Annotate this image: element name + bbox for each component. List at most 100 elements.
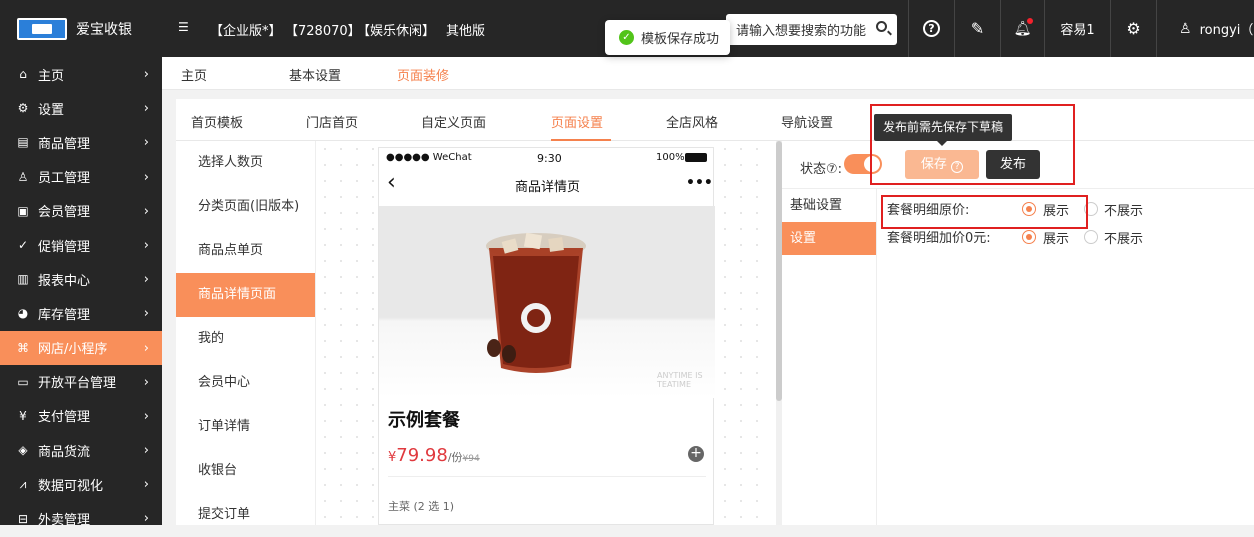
coffee-beans-icon — [487, 339, 516, 363]
tab-custom-page[interactable]: 自定义页面 — [421, 112, 486, 131]
option-row-zero-markup: 套餐明细加价0元: 展示 不展示 — [887, 227, 1247, 247]
sidebar-item-takeout[interactable]: ⊟ 外卖管理 › — [0, 501, 162, 535]
user-menu[interactable]: ♙ rongyi（ — [1156, 0, 1254, 57]
chart-icon: ▥ — [17, 272, 29, 287]
shop-icon: ⌘ — [17, 340, 29, 355]
notification-button[interactable]: 🔔︎ — [1000, 0, 1044, 57]
sidebar-item-online-shop[interactable]: ⌘ 网店/小程序 › — [0, 330, 162, 365]
pie-icon: ◕ — [17, 306, 29, 321]
sidebar-item-data-visualization[interactable]: ⩘ 数据可视化 › — [0, 467, 162, 501]
store-switch[interactable]: 容易1 — [1044, 0, 1110, 57]
chevron-right-icon: › — [143, 169, 149, 185]
page-item-order-detail[interactable]: 订单详情 — [176, 405, 315, 449]
check-circle-icon: ✓ — [17, 238, 29, 253]
tab-page-settings[interactable]: 页面设置 — [551, 112, 603, 131]
page-item-mine[interactable]: 我的 — [176, 317, 315, 361]
radio-show-label[interactable]: 展示 — [1043, 200, 1069, 219]
status-toggle[interactable] — [844, 154, 882, 174]
other-edition-label[interactable]: 其他版 — [446, 20, 485, 39]
settings-button[interactable]: ⚙ — [1110, 0, 1156, 57]
sub-navigation: 主页 基本设置 页面装修 — [162, 57, 1254, 90]
notification-dot — [1027, 18, 1033, 24]
sidebar-item-payment[interactable]: ¥ 支付管理 › — [0, 399, 162, 433]
tab-navigation-settings[interactable]: 导航设置 — [781, 112, 833, 131]
radio-hide[interactable] — [1084, 230, 1098, 244]
sidebar-item-label: 开放平台管理 — [38, 376, 117, 392]
success-icon: ✓ — [619, 30, 634, 45]
sidebar-item-label: 商品货流 — [38, 444, 91, 460]
sidebar-item-staff[interactable]: ♙ 员工管理 › — [0, 160, 162, 194]
sidebar-item-promotions[interactable]: ✓ 促销管理 › — [0, 228, 162, 262]
more-icon[interactable]: ••• — [686, 175, 713, 191]
sidebar-item-label: 促销管理 — [38, 239, 91, 255]
edit-button[interactable]: ✎ — [954, 0, 1000, 57]
sidebar-item-inventory[interactable]: ◕ 库存管理 › — [0, 296, 162, 330]
sidebar-item-label: 员工管理 — [38, 171, 91, 187]
chevron-right-icon: › — [143, 511, 149, 527]
user-name: rongyi（ — [1199, 23, 1254, 38]
battery-icon — [685, 153, 707, 162]
store-code[interactable]: 【728070】 — [285, 20, 361, 39]
tab-store-style[interactable]: 全店风格 — [666, 112, 718, 131]
staff-icon: ♙ — [17, 169, 29, 184]
subnav-page-decoration[interactable]: 页面装修 — [397, 65, 449, 84]
help-button[interactable]: ? — [908, 0, 954, 57]
sidebar-item-open-platform[interactable]: ▭ 开放平台管理 › — [0, 365, 162, 399]
radio-hide-label[interactable]: 不展示 — [1104, 200, 1143, 219]
function-search-input[interactable]: 请输入想要搜索的功能 — [726, 14, 897, 45]
chevron-right-icon: › — [143, 203, 149, 219]
tab-store-home[interactable]: 门店首页 — [306, 112, 358, 131]
publish-button[interactable]: 发布 — [986, 150, 1040, 179]
sidebar-item-label: 网店/小程序 — [38, 342, 108, 358]
radio-show[interactable] — [1022, 230, 1036, 244]
page-list: 选择人数页 分类页面(旧版本) 商品点单页 商品详情页面 我的 会员中心 订单详… — [176, 141, 316, 525]
sidebar-item-products[interactable]: ▤ 商品管理 › — [0, 125, 162, 159]
sidebar-item-logistics[interactable]: ◈ 商品货流 › — [0, 433, 162, 467]
tab-home-template[interactable]: 首页模板 — [191, 112, 243, 131]
sidebar: ⌂ 主页 › ⚙ 设置 › ▤ 商品管理 › ♙ 员工管理 › ▣ 会员管理 › ✓ 促销管理 › ▥ 报… — [0, 57, 162, 528]
phone-page-title: 商品详情页 — [515, 180, 581, 195]
toast-message: 模板保存成功 — [641, 32, 720, 47]
search-icon[interactable] — [876, 21, 887, 32]
sidebar-item-members[interactable]: ▣ 会员管理 › — [0, 194, 162, 228]
page-item-select-people[interactable]: 选择人数页 — [176, 141, 315, 185]
add-to-cart-icon[interactable]: + — [688, 446, 704, 462]
tab-basic-settings[interactable]: 基础设置 — [782, 189, 876, 222]
save-button[interactable]: 保存 ? — [905, 150, 979, 179]
price-value: 79.98 — [396, 445, 448, 466]
settings-panel: 状态⑦: 发布前需先保存下草稿 保存 ? 发布 基础设置 设置 套餐明细原价: … — [782, 114, 1254, 525]
page-item-submit-order[interactable]: 提交订单 — [176, 493, 315, 537]
question-icon: ? — [951, 161, 964, 173]
barcode-icon: ▤ — [17, 135, 29, 150]
chevron-right-icon: › — [143, 443, 149, 459]
page-item-member-center[interactable]: 会员中心 — [176, 361, 315, 405]
industry-label[interactable]: 【娱乐休闲】 — [357, 20, 435, 39]
page-item-product-detail[interactable]: 商品详情页面 — [176, 273, 315, 317]
question-icon[interactable]: ⑦: — [826, 162, 842, 177]
member-card-icon: ▣ — [17, 203, 29, 218]
sidebar-item-settings[interactable]: ⚙ 设置 › — [0, 91, 162, 125]
page-item-ordering[interactable]: 商品点单页 — [176, 229, 315, 273]
subnav-home[interactable]: 主页 — [181, 65, 207, 84]
combo-group-label: 主菜 (2 选 1) — [388, 500, 455, 513]
price-unit: /份 — [447, 451, 463, 464]
page-item-category-legacy[interactable]: 分类页面(旧版本) — [176, 185, 315, 229]
page-item-checkout[interactable]: 收银台 — [176, 449, 315, 493]
edition-label[interactable]: 【企业版*】 — [210, 20, 282, 39]
radio-hide-label[interactable]: 不展示 — [1104, 228, 1143, 247]
save-success-toast: ✓ 模板保存成功 — [605, 20, 730, 55]
subnav-basic-settings[interactable]: 基本设置 — [289, 65, 341, 84]
app-logo[interactable]: 爱宝收银 — [0, 0, 162, 57]
radio-show-label[interactable]: 展示 — [1043, 228, 1069, 247]
original-price: ¥94 — [462, 454, 480, 464]
radio-show[interactable] — [1022, 202, 1036, 216]
radio-hide[interactable] — [1084, 202, 1098, 216]
sidebar-item-reports[interactable]: ▥ 报表中心 › — [0, 262, 162, 296]
tab-settings[interactable]: 设置 — [782, 222, 876, 255]
takeout-icon: ⊟ — [17, 511, 29, 526]
menu-toggle-icon[interactable]: ☰ — [178, 21, 192, 34]
option-label: 套餐明细原价: — [887, 203, 970, 218]
back-arrow-icon[interactable]: ‹ — [387, 172, 396, 194]
chevron-right-icon: › — [143, 408, 149, 424]
sidebar-item-home[interactable]: ⌂ 主页 › — [0, 57, 162, 91]
